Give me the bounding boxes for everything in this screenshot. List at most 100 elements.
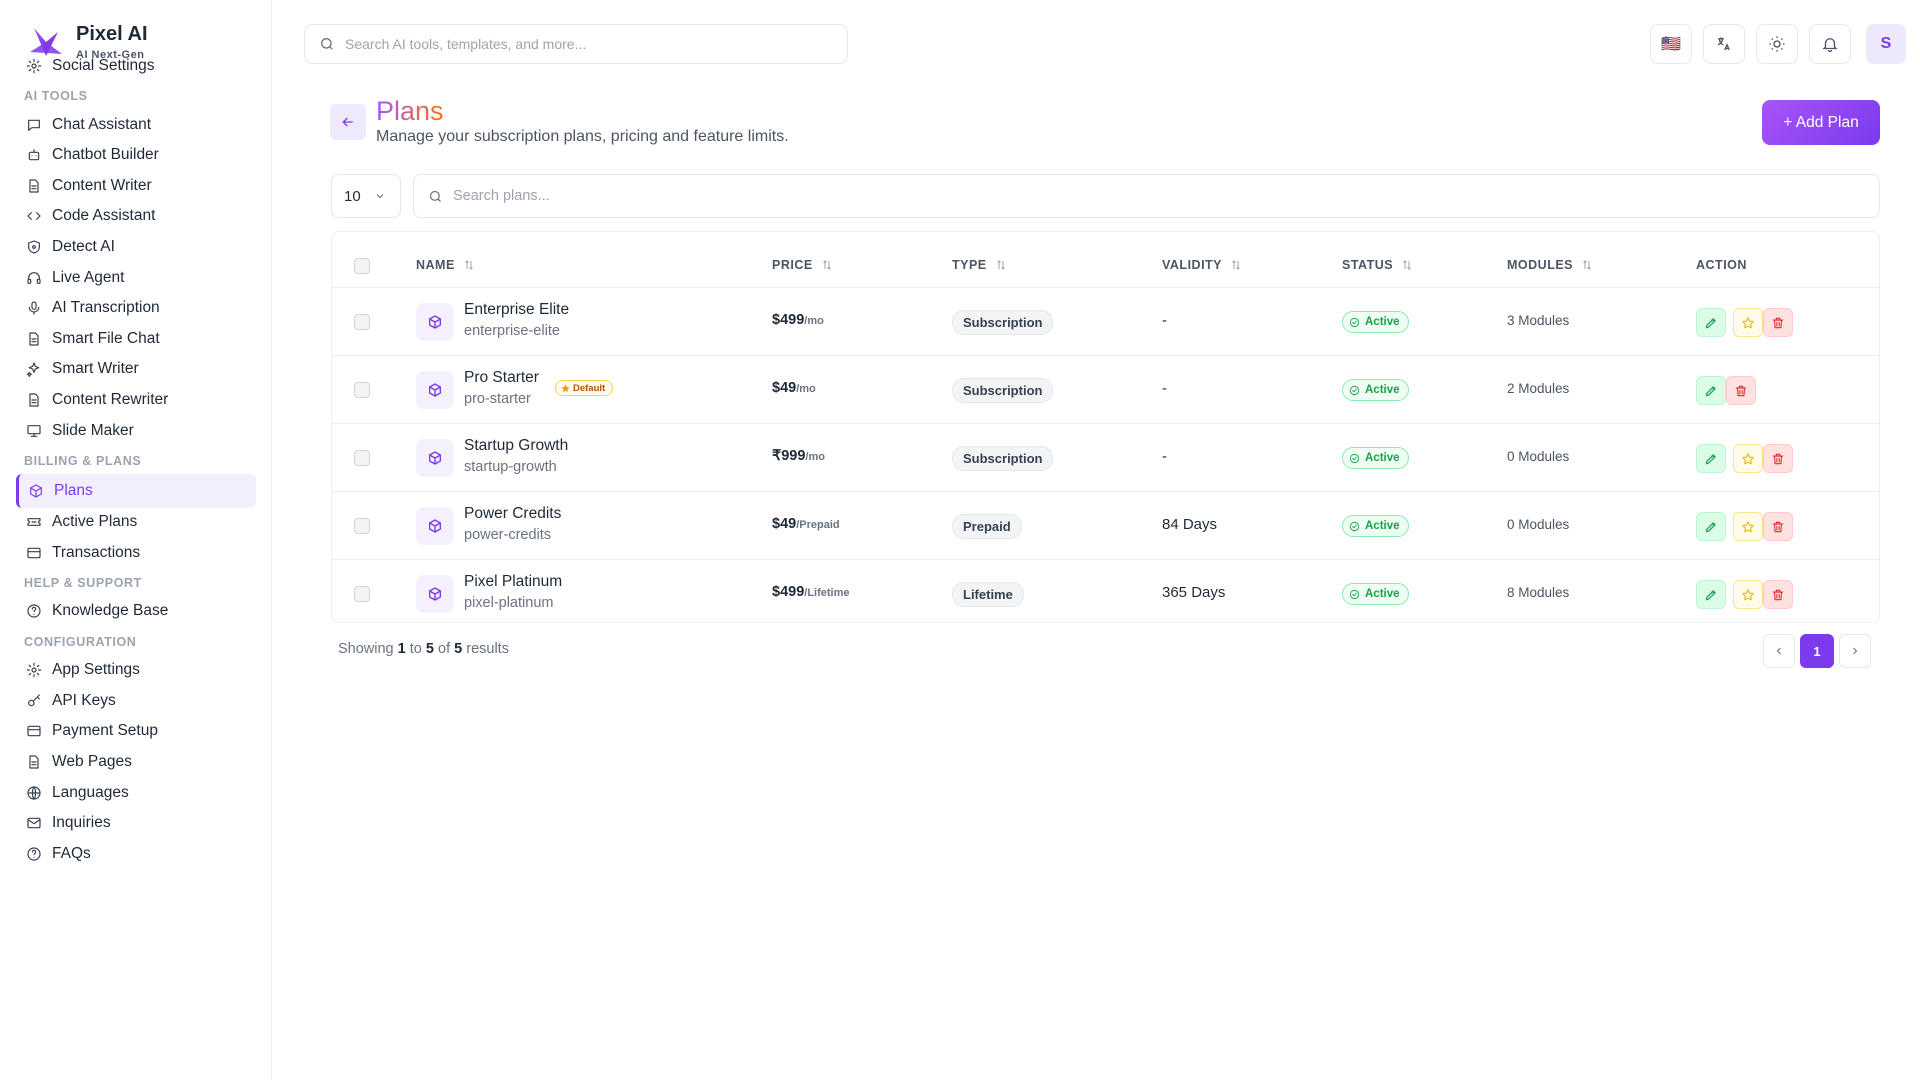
global-search-input[interactable] (345, 36, 825, 52)
row-checkbox[interactable] (354, 586, 370, 602)
set-default-button[interactable] (1733, 512, 1763, 541)
status-badge: Active (1342, 311, 1409, 333)
column-header-label: NAME (416, 258, 455, 272)
next-page-button[interactable] (1839, 634, 1871, 668)
column-header-price[interactable]: PRICE (772, 258, 833, 272)
sidebar-item-inquiries[interactable]: Inquiries (16, 806, 256, 840)
delete-button[interactable] (1763, 308, 1793, 337)
plan-name[interactable]: Pixel Platinum (464, 573, 562, 591)
trash-icon (1772, 453, 1784, 464)
sort-icon (1583, 260, 1591, 270)
summary-to: 5 (425, 641, 434, 657)
sidebar-item-chatbot-builder[interactable]: Chatbot Builder (16, 138, 256, 172)
sidebar-item-knowledge-base[interactable]: Knowledge Base (16, 594, 256, 628)
column-header-modules[interactable]: MODULES (1507, 258, 1593, 272)
edit-button[interactable] (1696, 308, 1726, 337)
sidebar-item-chat-assistant[interactable]: Chat Assistant (16, 108, 256, 142)
arrow-left-icon (342, 117, 353, 127)
plan-validity: - (1162, 312, 1167, 329)
global-search[interactable] (304, 24, 848, 64)
edit-button[interactable] (1696, 376, 1726, 405)
row-checkbox[interactable] (354, 382, 370, 398)
translate-button[interactable] (1703, 24, 1745, 64)
sidebar-item-smart-file-chat[interactable]: Smart File Chat (16, 322, 256, 356)
language-button[interactable]: 🇺🇸 (1650, 24, 1692, 64)
plan-search-input[interactable] (453, 188, 1853, 204)
edit-button[interactable] (1696, 512, 1726, 541)
row-checkbox[interactable] (354, 518, 370, 534)
sidebar-item-social-settings[interactable]: Social Settings (16, 49, 256, 83)
sidebar-item-detect-ai[interactable]: Detect AI (16, 230, 256, 264)
sidebar-item-web-pages[interactable]: Web Pages (16, 745, 256, 779)
sidebar-item-icon-wrap (26, 239, 42, 255)
sidebar-item-payment-setup[interactable]: Payment Setup (16, 714, 256, 748)
select-all-checkbox[interactable] (354, 258, 370, 274)
chevron-left-icon (1776, 647, 1781, 655)
edit-button[interactable] (1696, 580, 1726, 609)
pencil-icon (1705, 317, 1716, 328)
edit-button[interactable] (1696, 444, 1726, 473)
set-default-button[interactable] (1733, 308, 1763, 337)
box-icon (429, 383, 441, 397)
set-default-button[interactable] (1733, 444, 1763, 473)
row-checkbox[interactable] (354, 314, 370, 330)
prev-page-button[interactable] (1763, 634, 1795, 668)
plans-table: NAME PRICE TYPE VALIDITY STATUS MODULES … (331, 231, 1880, 623)
document-icon (29, 393, 39, 407)
sidebar-item-faqs[interactable]: FAQs (16, 837, 256, 871)
sidebar-item-transactions[interactable]: Transactions (16, 536, 256, 570)
plan-search[interactable] (413, 174, 1880, 218)
add-plan-button[interactable]: + Add Plan (1762, 100, 1880, 145)
theme-toggle-button[interactable] (1756, 24, 1798, 64)
sidebar-item-label: Detect AI (52, 238, 115, 255)
column-header-type[interactable]: TYPE (952, 258, 1007, 272)
pencil-icon (1705, 521, 1716, 532)
sidebar-item-active-plans[interactable]: Active Plans (16, 505, 256, 539)
table-row: Enterprise Elite enterprise-elite $499/mo S… (332, 287, 1879, 355)
sidebar-item-slide-maker[interactable]: Slide Maker (16, 414, 256, 448)
plan-name[interactable]: Enterprise Elite (464, 301, 569, 319)
summary-of-word: of (438, 641, 451, 657)
trash-icon (1735, 385, 1747, 396)
user-avatar[interactable]: S (1866, 24, 1906, 64)
pencil-icon (1705, 589, 1716, 600)
type-badge: Subscription (952, 446, 1054, 471)
back-button[interactable] (330, 104, 366, 140)
sidebar-item-content-rewriter[interactable]: Content Rewriter (16, 383, 256, 417)
notifications-button[interactable] (1809, 24, 1851, 64)
delete-button[interactable] (1726, 376, 1756, 405)
sidebar-item-ai-transcription[interactable]: AI Transcription (16, 291, 256, 325)
sidebar-item-live-agent[interactable]: Live Agent (16, 261, 256, 295)
plan-name[interactable]: Pro Starter (464, 369, 539, 387)
column-header-name[interactable]: NAME (416, 258, 475, 272)
sidebar-item-code-assistant[interactable]: Code Assistant (16, 199, 256, 233)
page-button-current[interactable]: 1 (1800, 634, 1834, 668)
delete-button[interactable] (1763, 580, 1793, 609)
sidebar-item-languages[interactable]: Languages (16, 776, 256, 810)
sidebar-item-smart-writer[interactable]: Smart Writer (16, 352, 256, 386)
sidebar-item-content-writer[interactable]: Content Writer (16, 169, 256, 203)
per-page-select[interactable]: 10 (331, 174, 401, 218)
trash-icon (1772, 521, 1784, 532)
sidebar-item-label: Knowledge Base (52, 602, 169, 619)
delete-button[interactable] (1763, 512, 1793, 541)
type-badge: Subscription (952, 310, 1054, 335)
plan-name[interactable]: Startup Growth (464, 437, 568, 455)
set-default-button[interactable] (1733, 580, 1763, 609)
sidebar-item-app-settings[interactable]: App Settings (16, 653, 256, 687)
plan-name[interactable]: Power Credits (464, 505, 561, 523)
row-checkbox[interactable] (354, 450, 370, 466)
summary-from: 1 (397, 641, 406, 657)
sidebar-item-plans[interactable]: Plans (16, 474, 256, 508)
section-label-ai-tools: AI TOOLS (24, 89, 88, 103)
column-header-validity[interactable]: VALIDITY (1162, 258, 1242, 272)
sidebar-item-label: Slide Maker (52, 422, 134, 439)
star-icon (561, 384, 570, 392)
column-header-status[interactable]: STATUS (1342, 258, 1413, 272)
sparkles-icon (26, 362, 40, 377)
per-page-value: 10 (344, 187, 361, 205)
sidebar-item-api-keys[interactable]: API Keys (16, 684, 256, 718)
star-icon (1742, 452, 1754, 464)
summary-total: 5 (454, 641, 463, 657)
delete-button[interactable] (1763, 444, 1793, 473)
